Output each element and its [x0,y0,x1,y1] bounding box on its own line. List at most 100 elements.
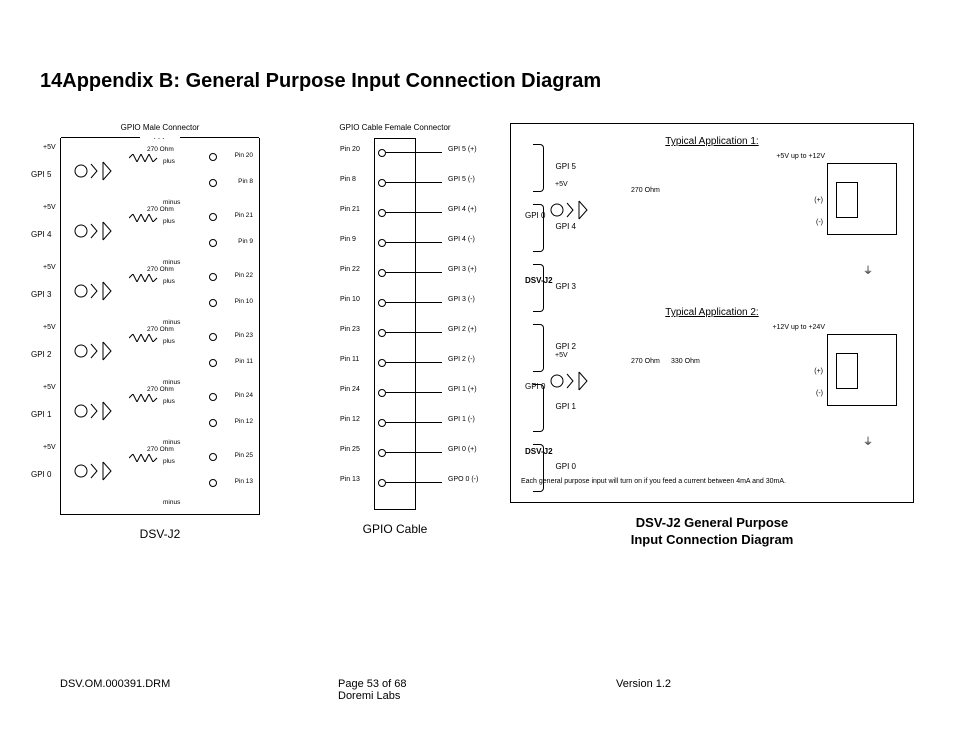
pin-circle-icon [209,213,217,221]
cable-signal-label: GPI 5 (-) [448,176,475,183]
app2-minus: (-) [816,390,823,397]
supply-5v: +5V [43,144,56,151]
plus-label: plus [163,218,175,225]
pin-minus: Pin 13 [235,478,253,485]
relay-icon [827,163,897,235]
app2-device: DSV-J2 [525,447,553,456]
pin-circle-icon [378,299,386,307]
cable-pin: Pin 25 [340,446,360,453]
pin-circle-icon [209,453,217,461]
resistor-icon [129,214,159,222]
ellipsis-icon: ... [154,132,167,141]
diagram-main-caption: DSV-J2 General PurposeInput Connection D… [631,515,794,549]
gpio-female-connector-title: GPIO Cable Female Connector [339,123,450,132]
cable-pin-row: Pin 11GPI 2 (-) [340,356,526,370]
cable-pin-row: Pin 20GPI 5 (+) [340,146,526,160]
wire-icon [386,242,442,243]
cable-pin-row: Pin 22GPI 3 (+) [340,266,526,280]
pin-circle-icon [209,179,217,187]
app1-5v: +5V [555,181,568,188]
app2-gpi: GPI 0 [525,382,545,391]
app1-plus: (+) [814,197,823,204]
wire-icon [386,362,442,363]
resistor-icon [129,334,159,342]
wire-icon [386,482,442,483]
app1-minus: (-) [816,219,823,226]
pin-circle-icon [209,333,217,341]
pin-circle-icon [378,239,386,247]
pin-circle-icon [209,359,217,367]
pin-plus: Pin 21 [235,212,253,219]
pin-circle-icon [378,449,386,457]
pin-circle-icon [209,273,217,281]
ground-icon: ⏚ [863,262,873,277]
pin-circle-icon [378,359,386,367]
gpi-label: GPI 2 [31,350,51,359]
pin-circle-icon [378,419,386,427]
cable-pin: Pin 9 [340,236,356,243]
app2-5v: +5V [555,352,568,359]
cable-signal-label: GPI 2 (-) [448,356,475,363]
app1-gpi: GPI 0 [525,211,545,220]
gpi-channel: +5VGPI 2270 OhmplusminusPin 23Pin 11 [67,324,253,384]
cable-pin: Pin 22 [340,266,360,273]
wire-icon [386,392,442,393]
cable-signal-label: GPO 0 (-) [448,476,478,483]
app2-title: Typical Application 2: [521,307,903,318]
supply-5v: +5V [43,324,56,331]
pin-circle-icon [378,179,386,187]
resistor-icon [129,454,159,462]
cable-pin: Pin 12 [340,416,360,423]
cable-pin-row: Pin 10GPI 3 (-) [340,296,526,310]
dsv-j2-caption: DSV-J2 [140,527,181,541]
footer-doc-id: DSV.OM.000391.DRM [60,678,338,702]
wire-icon [386,272,442,273]
supply-5v: +5V [43,384,56,391]
ground-icon: ⏚ [863,433,873,448]
cable-pin-row: Pin 25 GPI 0 (+) [340,446,526,460]
cable-pin-row: Pin 24GPI 1 (+) [340,386,526,400]
optocoupler-icon [549,193,595,229]
cable-signal-label: GPI 3 (-) [448,296,475,303]
footnote: Each general purpose input will turn on … [521,478,903,486]
pin-minus: Pin 11 [235,358,253,365]
pin-minus: Pin 8 [238,178,253,185]
pin-plus: Pin 24 [235,392,253,399]
pin-circle-icon [378,269,386,277]
cable-signal-label: GPI 0 (+) [448,446,477,453]
cable-pin: Pin 20 [340,146,360,153]
resistor-label: 270 Ohm [147,146,174,153]
pin-circle-icon [378,389,386,397]
cable-pin-row: Pin 12GPI 1 (-) [340,416,526,430]
plus-label: plus [163,158,175,165]
wire-icon [386,452,442,453]
optocoupler-icon [73,154,119,188]
cable-pin: Pin 8 [340,176,356,183]
pin-circle-icon [209,299,217,307]
app1-vrange: +5V up to +12V [776,153,825,160]
page-heading: 14Appendix B: General Purpose Input Conn… [40,70,914,93]
wire-icon [386,302,442,303]
cable-pin-row: Pin 13GPO 0 (-) [340,476,526,490]
optocoupler-icon [549,364,595,400]
resistor-label: 270 Ohm [147,326,174,333]
cable-pin-row: Pin 8 GPI 5 (-) [340,176,526,190]
gpio-male-connector-title: GPIO Male Connector [121,123,200,132]
optocoupler-icon [73,274,119,308]
supply-5v: +5V [43,444,56,451]
gpio-cable-caption: GPIO Cable [363,522,428,536]
page-footer: DSV.OM.000391.DRM Page 53 of 68Doremi La… [60,678,894,702]
pin-plus: Pin 22 [235,272,253,279]
plus-label: plus [163,338,175,345]
pin-plus: Pin 23 [235,332,253,339]
plus-label: plus [163,398,175,405]
resistor-icon [129,154,159,162]
gpi-label: GPI 4 [31,230,51,239]
cable-pin-row: Pin 9GPI 4 (-) [340,236,526,250]
wire-icon [386,152,442,153]
app2-resistor2-label: 330 Ohm [671,358,700,365]
cable-pin: Pin 21 [340,206,360,213]
resistor-label: 270 Ohm [147,386,174,393]
app1-resistor-label: 270 Ohm [631,187,660,194]
optocoupler-icon [73,394,119,428]
